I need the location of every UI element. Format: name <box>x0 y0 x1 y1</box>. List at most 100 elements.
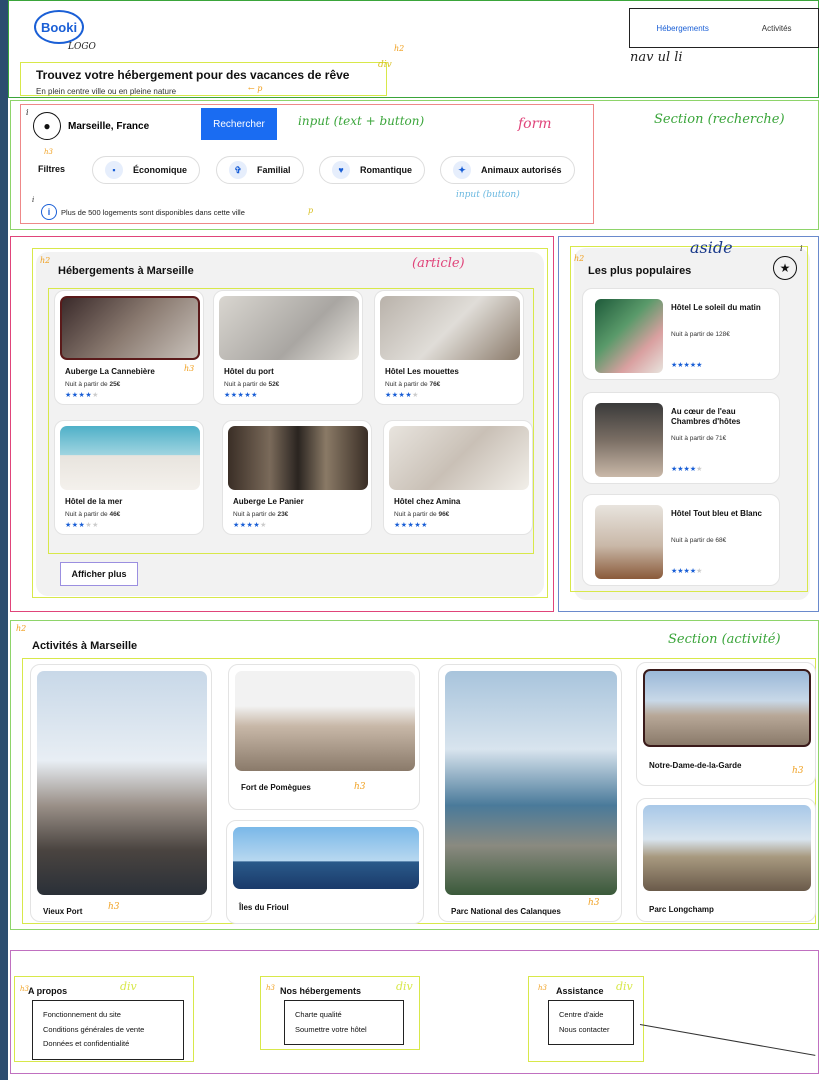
footer-links-assistance: Centre d'aide Nous contacter <box>548 1000 634 1046</box>
hotel-name: Hôtel de la mer <box>65 497 123 506</box>
activity-photo <box>235 671 415 771</box>
heart-icon: ♥ <box>332 161 350 179</box>
populaires-title: Les plus populaires <box>588 265 692 277</box>
rating-stars: ★★★★★ <box>671 568 703 575</box>
activites-title: Activités à Marseille <box>32 640 138 652</box>
hotel-photo <box>228 426 368 490</box>
input-button-annotation: input (button) <box>456 190 520 200</box>
h2-annotation-pop: h2 <box>574 254 585 263</box>
activity-photo <box>445 671 617 895</box>
activity-card-vieux-port[interactable]: Vieux Port <box>30 664 212 922</box>
hotel-card-auberge-cannebiere[interactable]: Auberge La Cannebière Nuit à partir de 2… <box>54 290 204 405</box>
rating-stars: ★★★★★ <box>65 392 99 399</box>
div-annotation-foot-3: div <box>616 980 633 993</box>
footer-link[interactable]: Nous contacter <box>559 1023 623 1038</box>
article-annotation: (article) <box>412 256 465 271</box>
hotel-name: Au cœur de l'eau Chambres d'hôtes <box>671 407 741 426</box>
section-search-annotation: Section (recherche) <box>654 112 785 127</box>
hotel-card-chez-amina[interactable]: Hôtel chez Amina Nuit à partir de 96€ ★★… <box>383 420 533 535</box>
i-annotation-2: i <box>32 196 35 204</box>
wireframe-page: Booki LOGO Hébergements Activités nav ul… <box>8 0 819 1080</box>
p-annotation-2: p <box>308 206 314 215</box>
hotel-price: Nuit à partir de 23€ <box>233 511 289 518</box>
p-annotation: ← p <box>248 84 263 93</box>
footer-links-nos-hebergements: Charte qualité Soumettre votre hôtel <box>284 1000 404 1046</box>
hotel-photo <box>595 403 663 477</box>
search-location-input[interactable] <box>68 112 200 140</box>
footer-link[interactable]: Données et confidentialité <box>43 1037 173 1052</box>
activity-card-parc-longchamp[interactable]: Parc Longchamp <box>636 798 816 922</box>
activity-card-calanques[interactable]: Parc National des Calanques <box>438 664 622 922</box>
hotel-photo <box>380 296 520 360</box>
h3-annotation: h3 <box>44 148 53 156</box>
hotel-price: Nuit à partir de 52€ <box>224 381 280 388</box>
nav-annotation: nav ul li <box>630 50 683 65</box>
hotel-card-les-mouettes[interactable]: Hôtel Les mouettes Nuit à partir de 76€ … <box>374 290 524 405</box>
input-annotation: input (text + button) <box>298 114 425 128</box>
footer-link[interactable]: Fonctionnement du site <box>43 1008 173 1023</box>
footer-title-assistance: Assistance <box>556 986 604 996</box>
footer-link[interactable]: Soumettre votre hôtel <box>295 1023 393 1038</box>
logo-mark: Booki <box>34 10 84 44</box>
div-annotation-foot-1: div <box>120 980 137 993</box>
rating-stars: ★★★★★ <box>65 522 99 529</box>
popular-card-coeur-de-l-eau[interactable]: Au cœur de l'eau Chambres d'hôtes Nuit à… <box>582 392 780 484</box>
activity-card-fort-de-pomegues[interactable]: Fort de Pomègues <box>228 664 420 810</box>
hotel-card-hotel-du-port[interactable]: Hôtel du port Nuit à partir de 52€ ★★★★★ <box>213 290 363 405</box>
hotel-name: Hôtel Le soleil du matin <box>671 303 761 312</box>
activity-name: Parc Longchamp <box>649 905 714 914</box>
hero-subtitle: En plein centre ville ou en pleine natur… <box>36 87 177 96</box>
div-annotation-foot-2: div <box>396 980 413 993</box>
pet-icon: ✦ <box>453 161 471 179</box>
hotel-price: Nuit à partir de 25€ <box>65 381 121 388</box>
activity-name: Îles du Frioul <box>239 903 289 912</box>
filter-familial[interactable]: ✞ Familial <box>216 156 304 184</box>
rating-stars: ★★★★★ <box>671 466 703 473</box>
info-icon: i <box>41 204 57 220</box>
footer-link[interactable]: Charte qualité <box>295 1008 393 1023</box>
nav-link-activites[interactable]: Activités <box>762 24 792 33</box>
activity-card-iles-du-frioul[interactable]: Îles du Frioul <box>226 820 424 924</box>
h3-annotation-act-2: h3 <box>354 782 366 792</box>
footer-link[interactable]: Centre d'aide <box>559 1008 623 1023</box>
footer-link[interactable]: Conditions générales de vente <box>43 1023 173 1038</box>
rating-stars: ★★★★★ <box>224 392 258 399</box>
money-icon: ▪ <box>105 161 123 179</box>
rating-stars: ★★★★★ <box>671 362 703 369</box>
logo[interactable]: Booki LOGO <box>34 10 96 52</box>
filter-romantique[interactable]: ♥ Romantique <box>319 156 426 184</box>
aside-annotation: aside <box>690 238 733 257</box>
i-annotation: i <box>26 108 29 117</box>
family-icon: ✞ <box>229 161 247 179</box>
filters-label: Filtres <box>38 164 66 174</box>
show-more-button[interactable]: Afficher plus <box>60 562 138 586</box>
location-pin-icon: ● <box>33 112 61 140</box>
hotel-card-hotel-de-la-mer[interactable]: Hôtel de la mer Nuit à partir de 46€ ★★★… <box>54 420 204 535</box>
hotel-photo <box>389 426 529 490</box>
hero-title: Trouvez votre hébergement pour des vacan… <box>36 68 350 82</box>
filter-economique[interactable]: ▪ Économique <box>92 156 201 184</box>
search-button[interactable]: Rechercher <box>201 108 277 140</box>
hotel-name: Hôtel du port <box>224 367 274 376</box>
hotel-photo <box>219 296 359 360</box>
filter-animaux[interactable]: ✦ Animaux autorisés <box>440 156 575 184</box>
h2-annotation-heb: h2 <box>40 256 51 265</box>
activity-name: Vieux Port <box>43 907 83 916</box>
availability-info: Plus de 500 logements sont disponibles d… <box>61 208 245 217</box>
h3-annotation-act-3: h3 <box>588 898 600 908</box>
hotel-name: Auberge La Cannebière <box>65 367 155 376</box>
h2-annotation-act: h2 <box>16 624 27 633</box>
nav-link-hebergements[interactable]: Hébergements <box>656 24 708 33</box>
hotel-price: Nuit à partir de 128€ <box>671 331 730 338</box>
popular-card-soleil-du-matin[interactable]: Hôtel Le soleil du matin Nuit à partir d… <box>582 288 780 380</box>
activity-card-notre-dame[interactable]: Notre-Dame-de-la-Garde <box>636 662 816 786</box>
hotel-card-auberge-le-panier[interactable]: Auberge Le Panier Nuit à partir de 23€ ★… <box>222 420 372 535</box>
hotel-photo <box>595 299 663 373</box>
popular-card-tout-bleu-et-blanc[interactable]: Hôtel Tout bleu et Blanc Nuit à partir d… <box>582 494 780 586</box>
activity-name: Fort de Pomègues <box>241 783 311 792</box>
h3-annotation-foot-3: h3 <box>538 984 547 992</box>
rating-stars: ★★★★★ <box>233 522 267 529</box>
hotel-photo <box>60 426 200 490</box>
hotel-name: Hôtel chez Amina <box>394 497 461 506</box>
hotel-photo <box>60 296 200 360</box>
